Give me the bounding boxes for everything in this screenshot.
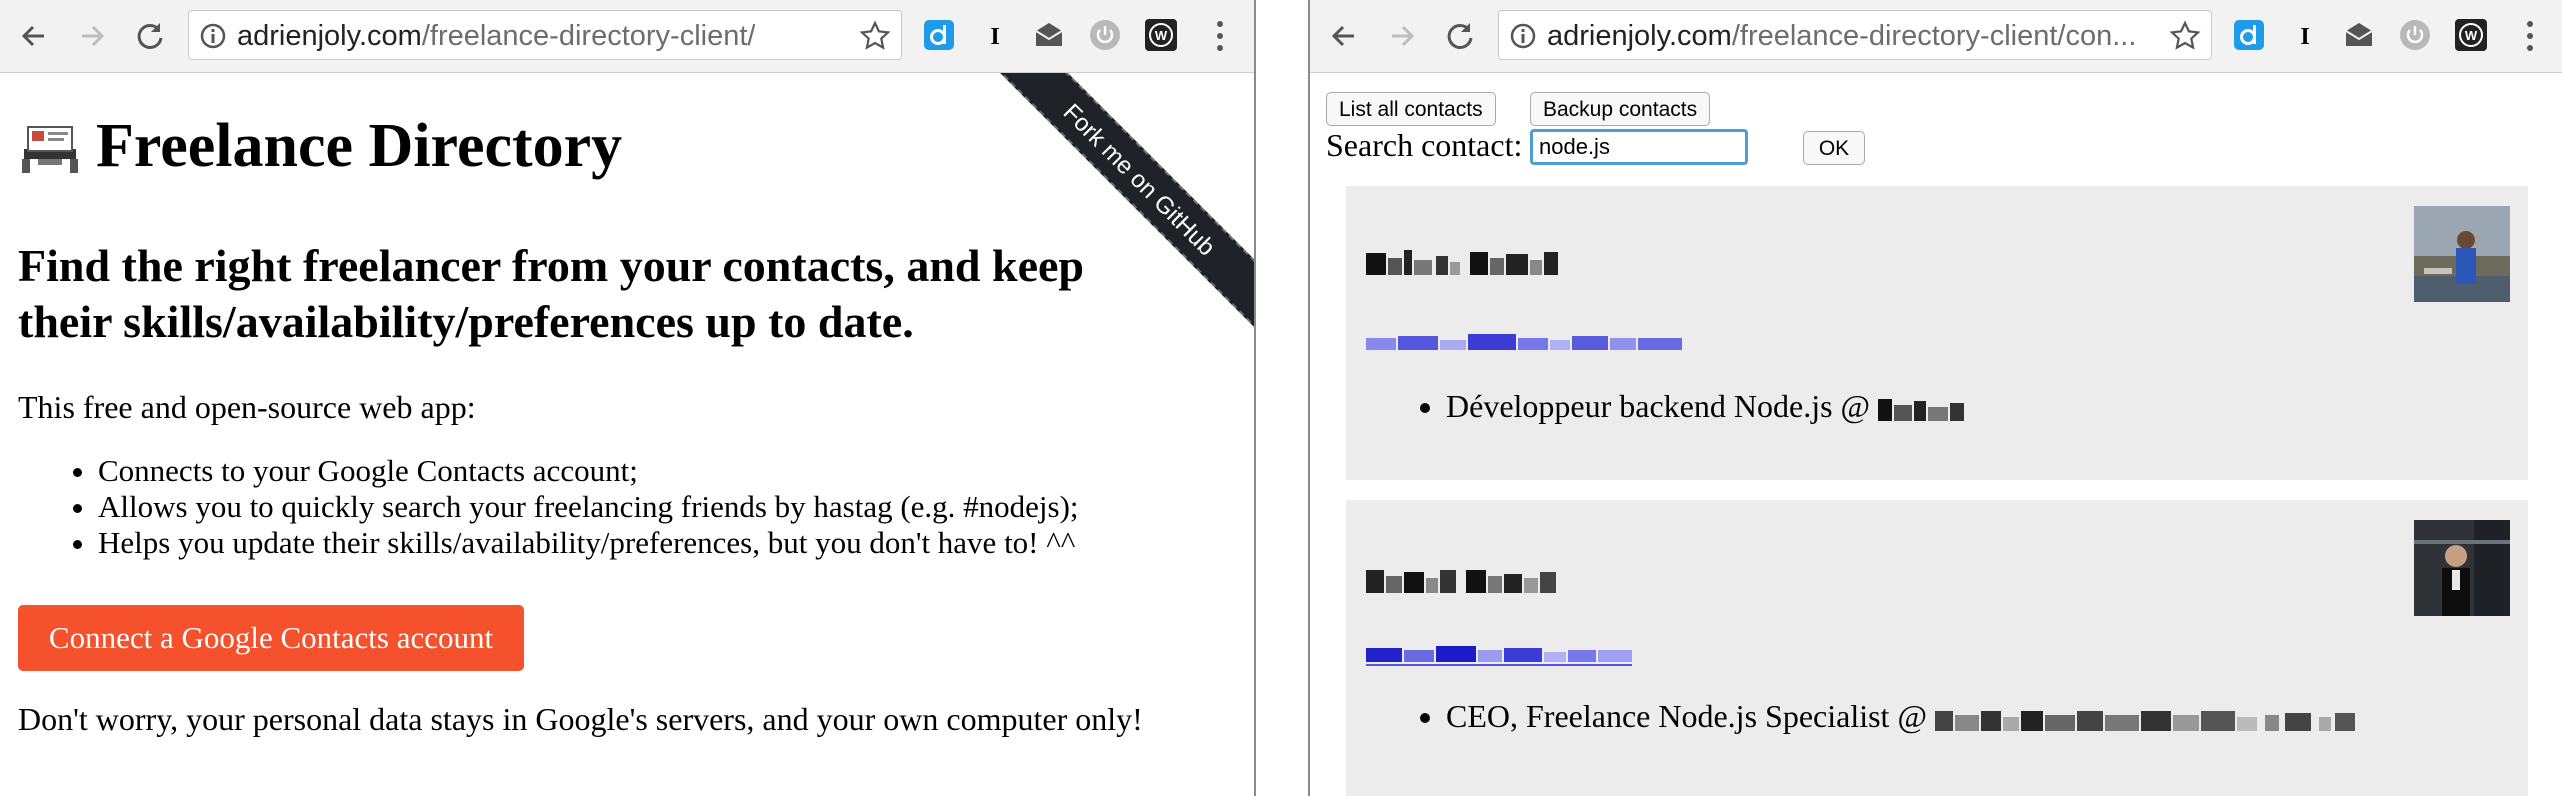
extension-i-icon[interactable]: I xyxy=(2288,18,2322,52)
extension-power-icon[interactable] xyxy=(1088,18,1122,52)
svg-text:I: I xyxy=(2300,24,2309,50)
extension-i-icon[interactable]: I xyxy=(978,18,1012,52)
contact-email-redacted[interactable] xyxy=(1366,644,1646,668)
right-browser-window: adrienjoly.com/freelance-directory-clien… xyxy=(1308,0,2562,796)
back-arrow-icon[interactable] xyxy=(14,16,54,56)
svg-text:W: W xyxy=(2465,28,2478,43)
company-redacted xyxy=(1934,711,2355,731)
contact-roles: CEO, Freelance Node.js Specialist @ xyxy=(1346,698,2365,735)
contact-role-item: CEO, Freelance Node.js Specialist @ xyxy=(1446,698,2365,735)
contact-role-text: Développeur backend Node.js @ xyxy=(1446,388,1878,424)
reload-icon[interactable] xyxy=(130,16,170,56)
extension-w-icon[interactable]: W xyxy=(2454,18,2488,52)
url-path: /freelance-directory-client/con... xyxy=(1731,21,2137,51)
browser-toolbar: adrienjoly.com/freelance-directory-clien… xyxy=(0,0,1254,73)
page-title-text: Freelance Directory xyxy=(96,112,623,180)
contact-card: Développeur backend Node.js @ xyxy=(1346,186,2528,480)
ok-button[interactable]: OK xyxy=(1803,131,1865,165)
extension-mail-icon[interactable] xyxy=(2342,18,2376,52)
extension-d-icon[interactable] xyxy=(2232,18,2266,52)
privacy-note: Don't worry, your personal data stays in… xyxy=(18,701,1143,737)
star-icon[interactable] xyxy=(2169,20,2201,52)
forward-arrow-icon[interactable] xyxy=(1382,16,1422,56)
search-contact-input[interactable] xyxy=(1530,129,1748,165)
rolodex-icon xyxy=(22,125,78,173)
left-browser-window: adrienjoly.com/freelance-directory-clien… xyxy=(0,0,1256,796)
forward-arrow-icon[interactable] xyxy=(72,16,112,56)
contact-name-redacted xyxy=(1366,250,1558,275)
address-bar[interactable]: adrienjoly.com/freelance-directory-clien… xyxy=(188,10,902,60)
page-title: Freelance Directory xyxy=(18,111,622,182)
menu-dots-icon[interactable] xyxy=(2520,18,2540,54)
reload-icon[interactable] xyxy=(1440,16,1480,56)
contact-name-redacted xyxy=(1366,570,1556,593)
star-icon[interactable] xyxy=(859,20,891,52)
list-all-contacts-button[interactable]: List all contacts xyxy=(1326,92,1496,126)
search-contact-label: Search contact: xyxy=(1326,127,1523,163)
svg-text:W: W xyxy=(1155,28,1168,43)
feature-list: Connects to your Google Contacts account… xyxy=(18,453,1079,561)
contact-role-text: CEO, Freelance Node.js Specialist @ xyxy=(1446,698,1935,734)
info-icon[interactable] xyxy=(199,22,227,50)
contact-email-redacted[interactable] xyxy=(1366,332,1686,354)
url-path: /freelance-directory-client/ xyxy=(421,21,756,51)
feature-item: Connects to your Google Contacts account… xyxy=(98,453,1079,489)
contact-roles: Développeur backend Node.js @ xyxy=(1346,388,1968,425)
backup-contacts-button[interactable]: Backup contacts xyxy=(1530,92,1711,126)
svg-text:I: I xyxy=(990,24,999,50)
feature-item: Helps you update their skills/availabili… xyxy=(98,525,1079,561)
address-bar[interactable]: adrienjoly.com/freelance-directory-clien… xyxy=(1498,10,2212,60)
intro-text: This free and open-source web app: xyxy=(18,389,476,425)
contact-avatar xyxy=(2414,520,2510,616)
url-text: adrienjoly.com/freelance-directory-clien… xyxy=(1547,21,2157,51)
extension-power-icon[interactable] xyxy=(2398,18,2432,52)
extension-d-icon[interactable] xyxy=(922,18,956,52)
github-ribbon-container: Fork me on GitHub xyxy=(984,73,1254,343)
feature-item: Allows you to quickly search your freela… xyxy=(98,489,1079,525)
contact-card: CEO, Freelance Node.js Specialist @ xyxy=(1346,500,2528,796)
menu-dots-icon[interactable] xyxy=(1210,18,1230,54)
connect-google-contacts-button[interactable]: Connect a Google Contacts account xyxy=(18,605,524,671)
back-arrow-icon[interactable] xyxy=(1324,16,1364,56)
url-host: adrienjoly.com xyxy=(1547,21,1732,51)
info-icon[interactable] xyxy=(1509,22,1537,50)
fork-me-on-github-ribbon[interactable]: Fork me on GitHub xyxy=(984,73,1254,338)
url-text: adrienjoly.com/freelance-directory-clien… xyxy=(237,21,755,51)
browser-toolbar: adrienjoly.com/freelance-directory-clien… xyxy=(1310,0,2562,73)
contact-role-item: Développeur backend Node.js @ xyxy=(1446,388,1968,425)
contact-avatar xyxy=(2414,206,2510,302)
extension-mail-icon[interactable] xyxy=(1032,18,1066,52)
window-gap xyxy=(1256,0,1308,796)
company-redacted xyxy=(1878,399,1964,421)
extension-w-icon[interactable]: W xyxy=(1144,18,1178,52)
url-host: adrienjoly.com xyxy=(237,21,422,51)
